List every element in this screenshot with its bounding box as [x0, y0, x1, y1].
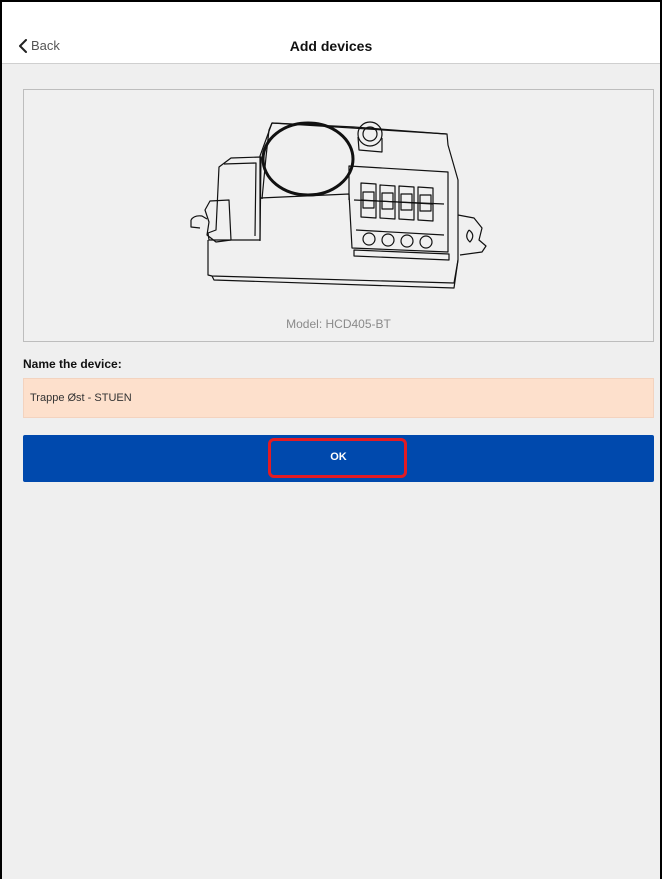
device-name-input[interactable]: Trappe Øst - STUEN — [23, 378, 654, 418]
ok-button[interactable]: OK — [23, 435, 654, 482]
device-model-text: Model: HCD405-BT — [286, 317, 391, 331]
device-illustration — [190, 121, 487, 289]
page-title: Add devices — [289, 38, 373, 54]
navigation-bar: Back Add devices — [2, 2, 660, 64]
device-image-panel: Model: HCD405-BT — [23, 89, 654, 342]
ok-button-label: OK — [330, 451, 347, 463]
app-window: Back Add devices Model: HCD405-BT Name t… — [0, 0, 662, 879]
device-name-label: Name the device: — [23, 357, 122, 371]
